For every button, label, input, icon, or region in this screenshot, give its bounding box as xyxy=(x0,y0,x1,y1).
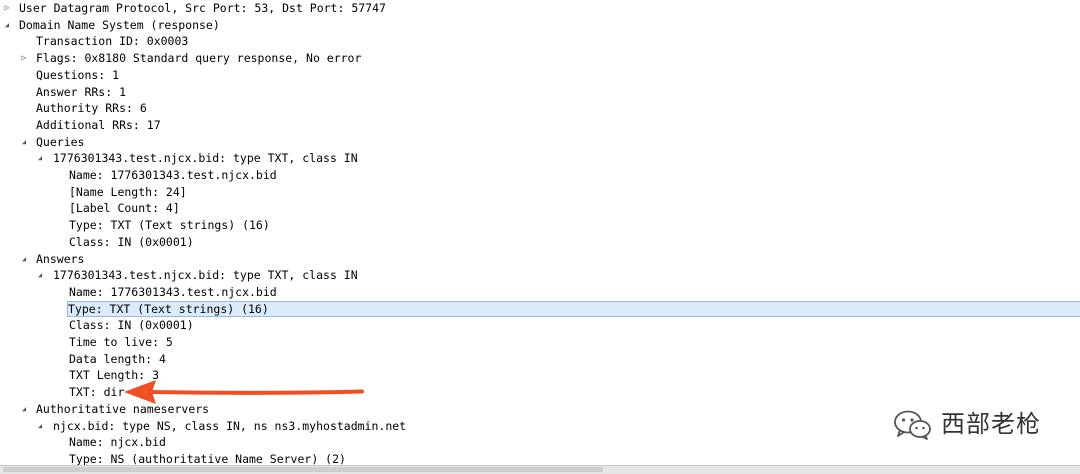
tree-row-label: 1776301343.test.njcx.bid: type TXT, clas… xyxy=(53,151,358,166)
tree-row-label: Authoritative nameservers xyxy=(36,401,210,416)
tree-row-label: TXT: dir xyxy=(69,385,125,400)
tree-row[interactable]: ◢ 1776301343.test.njcx.bid: type TXT, cla… xyxy=(0,267,1080,284)
tree-row[interactable]: Type: TXT (Text strings) (16) xyxy=(0,300,1080,318)
tree-row-label: Name: 1776301343.test.njcx.bid xyxy=(69,284,277,299)
tree-row[interactable]: Class: IN (0x0001) xyxy=(0,234,1080,251)
tree-row[interactable]: [Name Length: 24] xyxy=(0,184,1080,201)
tree-row[interactable]: ◢ 1776301343.test.njcx.bid: type TXT, cla… xyxy=(0,150,1080,167)
expanded-toggle-icon[interactable]: ◢ xyxy=(18,251,30,268)
tree-row-label: [Label Count: 4] xyxy=(69,201,180,216)
watermark-text: 西部老枪 xyxy=(941,410,1041,438)
tree-row[interactable]: ▷ Flags: 0x8180 Standard query response, … xyxy=(0,50,1080,67)
tree-row-label: Time to live: 5 xyxy=(69,335,173,349)
tree-row-label: Type: TXT (Text strings) (16) xyxy=(67,300,1080,318)
tree-row[interactable]: Class: IN (0x0001) xyxy=(0,317,1080,334)
tree-row[interactable]: Data length: 4 xyxy=(0,351,1080,368)
tree-row[interactable]: TXT Length: 3 xyxy=(0,367,1080,384)
tree-row-label: Data length: 4 xyxy=(69,351,166,366)
tree-row-label: User Datagram Protocol, Src Port: 53, Ds… xyxy=(19,1,386,15)
tree-row[interactable]: ◢ Domain Name System (response) xyxy=(0,17,1080,34)
tree-row-label: Domain Name System (response) xyxy=(19,17,220,32)
expanded-toggle-icon[interactable]: ◢ xyxy=(18,401,30,418)
tree-row-label: Questions: 1 xyxy=(36,67,120,82)
tree-row-label: Class: IN (0x0001) xyxy=(69,318,194,333)
tree-row-label: Class: IN (0x0001) xyxy=(69,234,194,249)
tree-row[interactable]: Name: 1776301343.test.njcx.bid xyxy=(0,284,1080,301)
tree-row-label: Answer RRs: 1 xyxy=(36,84,127,99)
tree-row-label: Queries xyxy=(36,134,85,149)
tree-row[interactable]: [Label Count: 4] xyxy=(0,200,1080,217)
tree-row[interactable]: ◢ Queries xyxy=(0,134,1080,151)
tree-row[interactable]: Authority RRs: 6 xyxy=(0,100,1080,117)
expanded-toggle-icon[interactable]: ◢ xyxy=(18,134,30,151)
tree-row-label: [Name Length: 24] xyxy=(69,184,187,199)
tree-row-label: Type: TXT (Text strings) (16) xyxy=(69,218,270,233)
packet-details-tree[interactable]: ▷ User Datagram Protocol, Src Port: 53, D… xyxy=(0,0,1080,473)
scrollbar-thumb[interactable] xyxy=(3,467,603,472)
collapsed-toggle-icon[interactable]: ▷ xyxy=(1,0,13,17)
tree-row[interactable]: ◢ Answers xyxy=(0,251,1080,268)
tree-row[interactable]: Name: 1776301343.test.njcx.bid xyxy=(0,167,1080,184)
tree-row-label: TXT Length: 3 xyxy=(69,368,160,383)
expanded-toggle-icon[interactable]: ◢ xyxy=(34,418,46,435)
tree-row[interactable]: Time to live: 5 xyxy=(0,334,1080,351)
tree-row-label: 1776301343.test.njcx.bid: type TXT, clas… xyxy=(53,268,358,283)
tree-row-label: njcx.bid: type NS, class IN, ns ns3.myho… xyxy=(53,418,407,433)
expanded-toggle-icon[interactable]: ◢ xyxy=(34,150,46,167)
tree-row-label: Name: 1776301343.test.njcx.bid xyxy=(69,168,277,182)
expanded-toggle-icon[interactable]: ◢ xyxy=(1,17,13,34)
collapsed-toggle-icon[interactable]: ▷ xyxy=(18,50,30,67)
tree-row-label: Transaction ID: 0x0003 xyxy=(36,34,189,49)
tree-row[interactable]: Transaction ID: 0x0003 xyxy=(0,33,1080,50)
tree-row[interactable]: Questions: 1 xyxy=(0,67,1080,84)
tree-row[interactable]: TXT: dir xyxy=(0,384,1080,401)
tree-row-label: Authority RRs: 6 xyxy=(36,101,147,116)
expanded-toggle-icon[interactable]: ◢ xyxy=(34,267,46,284)
watermark: 西部老枪 xyxy=(893,407,1053,443)
tree-row-label: Answers xyxy=(36,251,85,266)
tree-row-label: Additional RRs: 17 xyxy=(36,117,161,132)
tree-row-label: Name: njcx.bid xyxy=(69,435,166,450)
tree-row[interactable]: ▷ User Datagram Protocol, Src Port: 53, D… xyxy=(0,0,1080,17)
tree-row[interactable]: Answer RRs: 1 xyxy=(0,84,1080,101)
tree-row-label: Flags: 0x8180 Standard query response, N… xyxy=(36,51,362,66)
wechat-icon xyxy=(894,410,931,440)
tree-row[interactable]: Additional RRs: 17 xyxy=(0,117,1080,134)
tree-row[interactable]: Type: TXT (Text strings) (16) xyxy=(0,217,1080,234)
